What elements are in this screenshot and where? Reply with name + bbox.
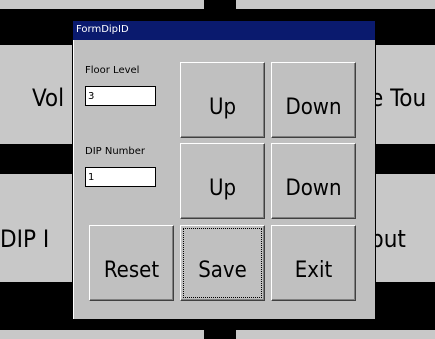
- save-button[interactable]: Save: [180, 225, 265, 301]
- dip-number-input[interactable]: [85, 167, 156, 187]
- dip-number-label: DIP Number: [85, 146, 146, 157]
- dip-number-up-label: Up: [208, 175, 237, 201]
- reset-label: Reset: [103, 257, 160, 283]
- dip-number-down-button[interactable]: Down: [271, 143, 356, 219]
- floor-level-down-label: Down: [285, 94, 342, 120]
- exit-label: Exit: [294, 257, 333, 283]
- floor-level-up-button[interactable]: Up: [180, 62, 265, 138]
- reset-button[interactable]: Reset: [89, 225, 174, 301]
- dip-number-up-button[interactable]: Up: [180, 143, 265, 219]
- background-touch-button-label: e Tou: [370, 84, 427, 112]
- floor-level-up-label: Up: [208, 94, 237, 120]
- dip-id-dialog: FormDipID Floor Level Up Down DIP Number…: [72, 20, 376, 320]
- floor-level-label: Floor Level: [85, 65, 140, 76]
- floor-level-down-button[interactable]: Down: [271, 62, 356, 138]
- background-dip-id-button-label: DIP I: [0, 225, 50, 253]
- exit-button[interactable]: Exit: [271, 225, 356, 301]
- save-label: Save: [198, 257, 247, 283]
- background-notch-bottom: [204, 330, 236, 339]
- background-notch-top: [204, 0, 236, 9]
- dialog-title: FormDipID: [76, 24, 129, 35]
- background-volume-button-label: Vol: [32, 84, 65, 112]
- dip-number-down-label: Down: [285, 175, 342, 201]
- floor-level-input[interactable]: [85, 86, 156, 106]
- dialog-titlebar[interactable]: FormDipID: [73, 21, 375, 40]
